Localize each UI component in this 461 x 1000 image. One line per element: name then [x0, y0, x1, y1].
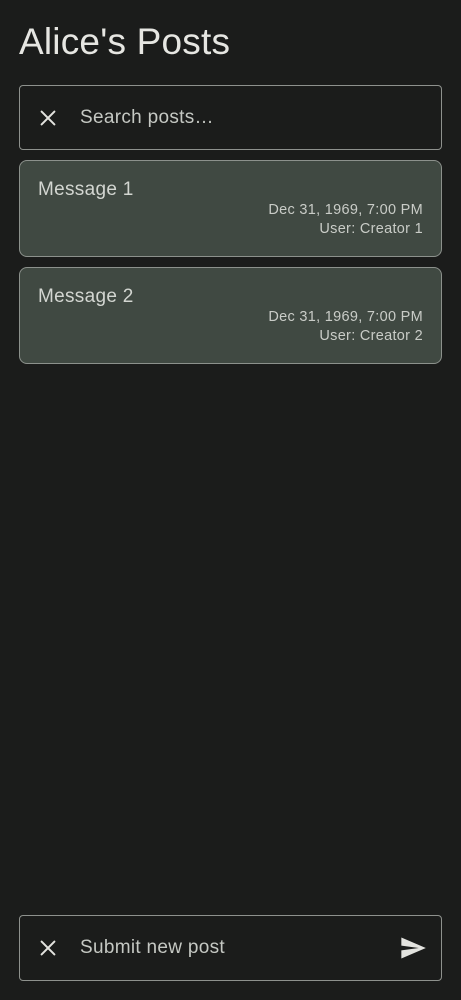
- page-title: Alice's Posts: [19, 21, 231, 62]
- post-user: User: Creator 1: [319, 221, 423, 237]
- post-card[interactable]: Message 2 Dec 31, 1969, 7:00 PM User: Cr…: [19, 267, 442, 364]
- send-post-button[interactable]: [385, 916, 441, 980]
- screen: Alice's Posts Message 1 Dec 31, 1969, 7:…: [0, 0, 461, 1000]
- posts-list: Message 1 Dec 31, 1969, 7:00 PM User: Cr…: [19, 160, 442, 374]
- new-post-composer: [19, 915, 442, 981]
- post-date: Dec 31, 1969, 7:00 PM: [268, 309, 423, 325]
- search-bar: [19, 85, 442, 150]
- post-user: User: Creator 2: [319, 328, 423, 344]
- post-date: Dec 31, 1969, 7:00 PM: [268, 202, 423, 218]
- search-input[interactable]: [76, 86, 441, 149]
- new-post-input[interactable]: [76, 916, 385, 980]
- send-icon: [401, 937, 426, 959]
- post-message: Message 1: [38, 179, 134, 200]
- post-message: Message 2: [38, 286, 134, 307]
- close-icon: [40, 110, 56, 125]
- close-icon: [40, 940, 56, 956]
- clear-post-button[interactable]: [20, 916, 76, 980]
- clear-search-button[interactable]: [20, 86, 76, 149]
- post-card[interactable]: Message 1 Dec 31, 1969, 7:00 PM User: Cr…: [19, 160, 442, 257]
